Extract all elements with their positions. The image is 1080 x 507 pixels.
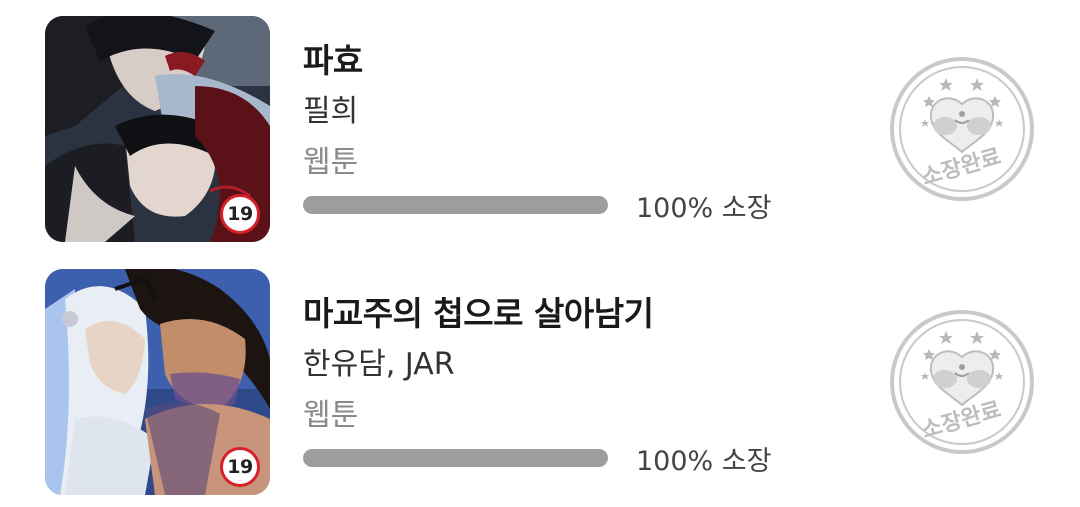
list-item[interactable]: 19 마교주의 첩으로 살아남기 한유담, JAR 웹툰 100% 소장 소장완…: [0, 269, 1080, 499]
ownership-progress-fill: [303, 196, 608, 214]
item-genre: 웹툰: [303, 398, 359, 433]
item-title[interactable]: 마교주의 첩으로 살아남기: [303, 287, 654, 335]
library-list: 19 파효 필희 웹툰 100% 소장 소장완료 19 마교주의 첩으로 살아남…: [0, 0, 1080, 507]
ownership-progress-bar: [303, 196, 608, 214]
owned-complete-stamp-icon: 소장완료: [889, 309, 1035, 455]
ownership-progress-label: 100% 소장: [636, 446, 772, 477]
age-rating-badge: 19: [220, 194, 260, 234]
ownership-progress-label: 100% 소장: [636, 193, 772, 224]
stamp-label: 소장완료: [919, 144, 1004, 190]
list-item[interactable]: 19 파효 필희 웹툰 100% 소장 소장완료: [0, 16, 1080, 246]
item-info[interactable]: 파효 필희 웹툰 100% 소장: [303, 16, 823, 242]
item-info[interactable]: 마교주의 첩으로 살아남기 한유담, JAR 웹툰 100% 소장: [303, 269, 823, 495]
ownership-progress-fill: [303, 449, 608, 467]
cover-thumbnail[interactable]: 19: [45, 269, 270, 495]
item-title[interactable]: 파효: [303, 34, 363, 82]
item-author: 한유담, JAR: [303, 347, 455, 382]
owned-complete-stamp-icon: 소장완료: [889, 56, 1035, 202]
age-rating-badge: 19: [220, 447, 260, 487]
cover-thumbnail[interactable]: 19: [45, 16, 270, 242]
item-author: 필희: [303, 94, 359, 129]
stamp-label: 소장완료: [919, 397, 1004, 443]
ownership-progress-bar: [303, 449, 608, 467]
item-genre: 웹툰: [303, 145, 359, 180]
